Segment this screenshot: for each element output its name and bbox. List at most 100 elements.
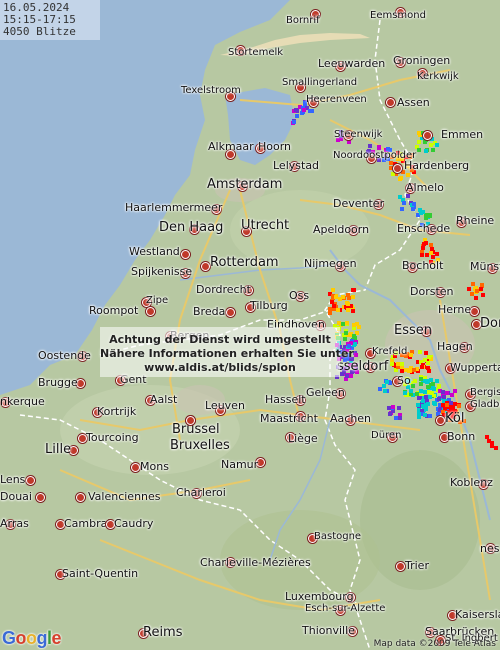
- lightning-strike: [293, 108, 298, 113]
- lightning-strike: [494, 445, 499, 450]
- lightning-strike: [346, 308, 350, 313]
- city-label-dorsten: Dorsten: [410, 285, 454, 298]
- city-label-solingen: So: [397, 374, 411, 387]
- lightning-strike: [449, 393, 454, 398]
- lightning-strike: [347, 140, 352, 145]
- city-label-bastogne: Bastogne: [314, 531, 362, 542]
- lightning-strike: [398, 176, 402, 181]
- city-label-douai: Douai: [0, 490, 32, 503]
- lightning-strike: [449, 400, 454, 405]
- city-label-aalst: Aalst: [150, 393, 178, 406]
- city-label-koblenz: Koblenz: [450, 476, 493, 489]
- lightning-strike: [427, 414, 432, 419]
- city-label-leeuwarden: Leeuwarden: [318, 57, 386, 70]
- lightning-strike: [404, 367, 408, 372]
- city-label-cambrai: Cambrai: [64, 517, 111, 530]
- city-label-brussel: Brussel: [172, 422, 220, 437]
- lightning-strike: [367, 144, 372, 149]
- city-label-trier: Trier: [405, 559, 429, 572]
- city-label-spijkenisse: Spijkenisse: [131, 265, 193, 278]
- lightning-strike: [428, 378, 433, 383]
- city-label-tilburg: Tilburg: [250, 299, 288, 312]
- city-label-alkmaar: Alkmaar: [208, 140, 254, 153]
- lightning-strike: [430, 148, 435, 153]
- lightning-strike: [430, 382, 435, 387]
- lightning-strike: [328, 311, 333, 316]
- city-label-geleen: Geleen: [306, 386, 345, 399]
- google-logo-letter: g: [36, 628, 48, 648]
- city-label-bergisch: Bergisch: [470, 387, 500, 398]
- city-label-rheine: Rheine: [456, 214, 495, 227]
- city-label-dueren: Düren: [371, 430, 402, 441]
- lightning-strike: [344, 321, 349, 326]
- city-label-lelystad: Lelystad: [273, 159, 320, 172]
- lightning-strike: [396, 406, 401, 411]
- lightning-strike: [470, 282, 475, 286]
- lightning-strike: [417, 139, 422, 144]
- lightning-strike: [412, 379, 417, 384]
- lightning-strike: [399, 368, 404, 373]
- lightning-strike: [421, 246, 426, 251]
- lightning-strike: [467, 287, 472, 292]
- google-logo[interactable]: Google: [2, 628, 62, 649]
- lightning-strike: [353, 353, 358, 358]
- city-label-texelstroom: Texelstroom: [181, 85, 241, 96]
- lightning-strike: [425, 401, 430, 406]
- city-marker-koeln: [436, 416, 445, 425]
- city-label-bornrif: Bornrif: [286, 15, 320, 26]
- city-label-thionville: Thionville: [302, 624, 355, 637]
- lightning-strike: [419, 377, 424, 382]
- city-marker-westland: [181, 250, 190, 259]
- lightning-strike: [382, 388, 387, 393]
- lightning-strike: [435, 252, 440, 257]
- notice-link[interactable]: www.aldis.at/blids/splon: [100, 361, 340, 375]
- city-label-gladbach: Gladbach: [470, 399, 500, 410]
- lightning-strike: [426, 366, 431, 370]
- city-marker-emmen: [423, 131, 432, 140]
- city-label-haarlemmermeer: Haarlemmermeer: [125, 201, 223, 214]
- city-label-enschede: Enschede: [397, 222, 451, 235]
- city-marker-lens: [26, 476, 35, 485]
- notice-line-1: Achtung der Dienst wird umgestellt: [109, 333, 331, 346]
- lightning-strike: [307, 109, 312, 114]
- city-label-bruxelles: Bruxelles: [170, 438, 230, 453]
- city-label-oss: Oss: [289, 289, 310, 302]
- city-marker-bruxelles: [186, 416, 195, 425]
- lightning-map[interactable]: Bornrif Eemsmond Stortemelk Leeuwarden Groni…: [0, 0, 500, 650]
- city-label-arras: Arras: [0, 517, 29, 530]
- lightning-strike: [412, 201, 417, 206]
- city-label-koeln: Köl: [445, 411, 465, 426]
- city-marker-mons: [131, 463, 140, 472]
- city-label-duesseldorf: sseldorf: [337, 359, 389, 374]
- city-marker-hardenberg: [393, 164, 402, 173]
- lightning-strike: [344, 301, 349, 306]
- lightning-strike: [416, 131, 421, 136]
- google-logo-letter: o: [15, 628, 27, 648]
- lightning-strike: [428, 250, 433, 255]
- lightning-strike: [382, 383, 387, 388]
- city-label-hardenberg: Hardenberg: [404, 159, 470, 172]
- lightning-strike: [486, 438, 491, 443]
- lightning-strike: [416, 414, 421, 419]
- city-marker-herne: [470, 307, 479, 316]
- lightning-strike: [399, 206, 404, 211]
- lightning-strike: [344, 330, 349, 335]
- city-label-mons: Mons: [140, 460, 169, 473]
- city-label-herne: Herne: [438, 303, 472, 316]
- city-marker-rotterdam: [201, 262, 210, 271]
- city-label-bonn: Bonn: [447, 430, 476, 443]
- city-label-charleroi: Charleroi: [176, 486, 226, 499]
- city-label-caudry: Caudry: [114, 517, 154, 530]
- lightning-strike: [344, 377, 349, 382]
- google-logo-letter: G: [2, 628, 16, 648]
- lightning-strike: [444, 402, 449, 407]
- lightning-strike: [428, 212, 433, 217]
- lightning-strike: [341, 295, 346, 300]
- city-label-dunkerque: nkerque: [0, 395, 45, 408]
- lightning-strike: [474, 289, 479, 294]
- city-label-bocholt: Bocholt: [402, 259, 444, 272]
- lightning-strike: [480, 293, 485, 298]
- lightning-strike: [351, 309, 356, 314]
- lightning-strike: [437, 396, 442, 401]
- info-strike-count: 4050 Blitze: [3, 25, 76, 38]
